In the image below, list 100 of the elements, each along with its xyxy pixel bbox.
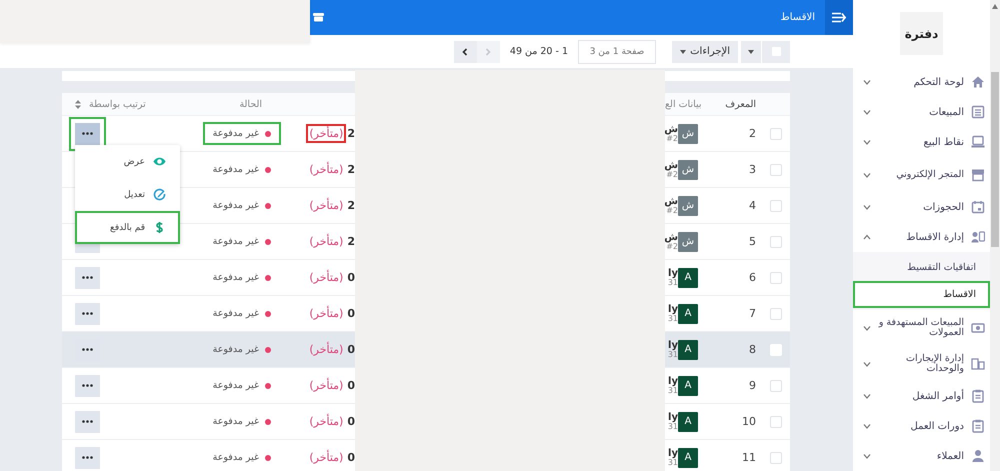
row-checkbox[interactable]	[770, 452, 782, 464]
customer-name: ly	[667, 448, 678, 459]
more-button[interactable]	[75, 266, 100, 288]
customer-name: ly	[667, 340, 678, 351]
eye-icon	[153, 155, 166, 168]
late-label: (متأخر)	[308, 412, 344, 430]
amount: 0	[347, 451, 355, 464]
more-icon	[82, 276, 93, 279]
previous-page-button[interactable]	[454, 40, 477, 62]
table-cell-text: 10	[741, 415, 757, 428]
menu-item[interactable]: تعديل	[75, 178, 180, 211]
sidebar-item[interactable]: دورات العمل	[853, 411, 990, 442]
page-field[interactable]: صفحة 1 من 3	[578, 40, 656, 64]
page-range: 1 - 20 من 49	[510, 46, 568, 57]
customer-name: ly	[667, 376, 678, 387]
sidebar-item[interactable]: نقاط البيع	[853, 127, 990, 157]
store-icon[interactable]	[313, 13, 324, 22]
more-icon	[82, 420, 93, 423]
logo[interactable]: دفترة	[900, 12, 943, 56]
chevron-left-icon	[462, 48, 468, 56]
clipboard-icon	[971, 419, 985, 434]
sidebar-item[interactable]: المتجر الإلكتروني	[853, 156, 990, 193]
avatar: ش	[678, 160, 698, 180]
home-icon	[971, 75, 985, 90]
column-header: المعرف	[724, 98, 757, 110]
avatar: ش	[678, 232, 698, 252]
sidebar-subitem[interactable]: الاقساط	[853, 281, 990, 308]
more-button[interactable]	[75, 302, 100, 324]
avatar: A	[678, 340, 698, 360]
column-header: بيانات الع	[665, 98, 702, 110]
customer-number: 31	[666, 314, 678, 324]
row-checkbox[interactable]	[770, 236, 782, 248]
calendar-icon	[971, 200, 985, 214]
customer-name: ly	[667, 412, 678, 423]
table-cell-text: 8	[748, 343, 757, 356]
customer-number: #2	[666, 170, 678, 180]
status-label: غير مدفوعة	[202, 122, 281, 145]
customer-name: ش	[665, 232, 678, 243]
status-label: غير مدفوعة	[202, 446, 281, 469]
row-checkbox[interactable]	[770, 164, 782, 176]
table-cell-text: 9	[748, 379, 757, 392]
avatar: A	[678, 412, 698, 432]
late-label: (متأخر)	[308, 232, 344, 250]
scroll-up-icon	[992, 4, 998, 9]
sidebar-item[interactable]: المبيعات المستهدفة و العمولات	[853, 310, 990, 346]
sort-icon[interactable]	[75, 100, 81, 108]
row-checkbox[interactable]	[770, 200, 782, 212]
sidebar-item[interactable]: لوحة التحكم	[853, 67, 990, 98]
sidebar-item[interactable]: الحجوزات	[853, 192, 990, 222]
status-label: غير مدفوعة	[202, 374, 281, 397]
row-checkbox[interactable]	[770, 308, 782, 320]
table-cell-text: 6	[748, 271, 757, 284]
row-checkbox[interactable]	[770, 272, 782, 284]
row-checkbox[interactable]	[770, 128, 782, 140]
row-checkbox[interactable]	[770, 380, 782, 392]
more-button[interactable]	[75, 410, 100, 432]
scrollbar[interactable]	[990, 0, 1000, 471]
customer-name: ش	[665, 196, 678, 207]
sidebar-item[interactable]: المبيعات	[853, 97, 990, 128]
more-button[interactable]	[75, 122, 100, 144]
amount: 2	[347, 199, 355, 212]
row-checkbox[interactable]	[770, 416, 782, 428]
chevron-right-icon	[485, 48, 492, 56]
actions-button[interactable]: الإجراءات	[672, 40, 738, 62]
select-dropdown-button[interactable]	[741, 40, 761, 62]
status-label: غير مدفوعة	[202, 410, 281, 433]
building-icon	[971, 356, 985, 371]
more-button[interactable]	[75, 374, 100, 396]
more-button[interactable]	[75, 446, 100, 468]
customer-number: 31	[666, 422, 678, 432]
sidebar-item[interactable]: أوامر الشغل	[853, 381, 990, 412]
avatar: A	[678, 376, 698, 396]
dollar-icon	[153, 221, 166, 234]
late-label: (متأخر)	[308, 448, 344, 466]
customer-name: ly	[667, 304, 678, 315]
more-icon	[82, 132, 93, 135]
table-cell-text: 7	[748, 307, 757, 320]
amount: 0	[347, 415, 355, 428]
more-icon	[82, 312, 93, 315]
customer-number: 31	[666, 350, 678, 360]
more-icon	[82, 384, 93, 387]
sidebar-item[interactable]: إدارة الإيجارات والوحدات	[853, 346, 990, 382]
sidebar-item[interactable]: العملاء	[853, 441, 990, 471]
page-title: الاقساط	[780, 12, 815, 23]
menu-item[interactable]: عرض	[75, 145, 180, 178]
table-cell-text: 5	[748, 235, 757, 248]
sidebar-item[interactable]: إدارة الاقساط	[853, 222, 990, 252]
avatar: A	[678, 448, 698, 468]
amount: 0	[347, 307, 355, 320]
more-icon	[82, 348, 93, 351]
customer-number: #2	[666, 206, 678, 216]
menu-item[interactable]: قم بالدفع	[75, 211, 180, 244]
menu-icon	[832, 12, 846, 23]
sort-label[interactable]: ترتيب بواسطة	[89, 98, 146, 110]
sidebar-subitem[interactable]: اتفاقيات التقسيط	[853, 254, 990, 282]
menu-button[interactable]	[825, 0, 853, 35]
table-cell-text: 2	[748, 127, 757, 140]
table-cell-text: 11	[741, 451, 757, 464]
avatar: ش	[678, 196, 698, 216]
cash-icon	[971, 321, 985, 336]
